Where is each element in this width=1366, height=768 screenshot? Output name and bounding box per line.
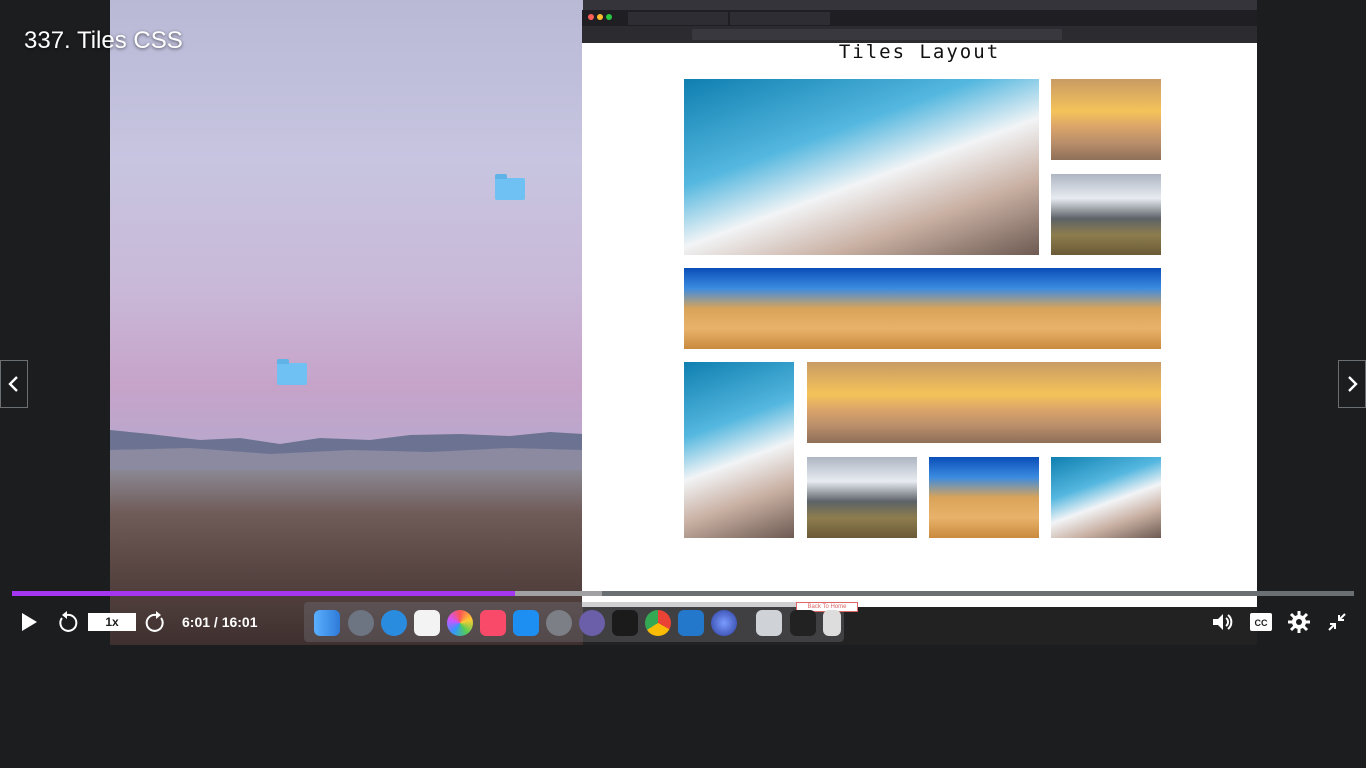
tile-image-mountain-walkway [807,457,917,538]
firefox-developer-icon [711,610,737,636]
terminal-icon [612,610,638,636]
vscode-icon [678,610,704,636]
browser-tab-bar [582,10,1257,26]
page-title: Tiles Layout [838,41,1001,63]
rewind-5-icon [59,611,78,632]
chevron-right-icon [1348,376,1358,392]
time-display: 6:01 / 16:01 [182,614,258,630]
play-button[interactable] [18,610,40,634]
chrome-icon [645,610,671,636]
forward-5-icon [145,611,164,632]
app-store-icon [513,610,539,636]
zoom-window-icon[interactable] [606,14,612,20]
music-icon [480,610,506,636]
tile-image-sunset-beach [807,362,1161,443]
closed-captions-icon: CC [1250,613,1272,631]
tile-image-beach-clouds [684,362,794,538]
calendar-icon [414,610,440,636]
playback-speed-button[interactable]: 1x [88,613,136,631]
exit-fullscreen-button[interactable] [1325,610,1349,634]
video-title: 337. Tiles CSS [24,27,183,54]
desktop-folder-icon[interactable] [495,174,525,200]
safari-icon [381,610,407,636]
settings-button[interactable] [1287,610,1311,634]
photos-icon [447,610,473,636]
trash-icon [823,610,841,636]
tile-image-mountain-path [1051,174,1161,255]
volume-icon [1213,614,1233,630]
next-lecture-button[interactable] [1338,360,1366,408]
tile-image-sunset-grass [1051,79,1161,160]
launchpad-icon [348,610,374,636]
rewind-button[interactable] [55,610,79,634]
svg-text:CC: CC [1255,618,1268,628]
browser-window: Tiles Layout [582,10,1257,607]
progress-fill [12,591,516,596]
minimize-window-icon[interactable] [597,14,603,20]
video-stage[interactable]: Tiles Layout 337. Tiles CSS Back To Home [0,0,1366,645]
system-preferences-icon [546,610,572,636]
exit-fullscreen-icon [1328,613,1346,631]
tile-image-dune [929,457,1039,538]
video-frame[interactable]: Tiles Layout [110,0,1257,645]
screen-icon [790,610,816,636]
captions-button[interactable]: CC [1249,610,1273,634]
browser-tab[interactable] [628,12,728,25]
disk-icon [756,610,782,636]
progress-bar[interactable] [12,591,1354,596]
tile-image-palm-shore [1051,457,1161,538]
finder-icon [314,610,340,636]
close-window-icon[interactable] [588,14,594,20]
previous-lecture-button[interactable] [0,360,28,408]
play-icon [22,613,37,631]
tile-image-beach-palms [684,79,1039,255]
page-background [0,645,1366,768]
mac-dock: Back To Home [304,602,858,642]
browser-tab[interactable] [730,12,830,25]
url-field[interactable] [692,29,1062,40]
desktop-folder-icon[interactable] [277,359,307,385]
volume-button[interactable] [1211,610,1235,634]
forward-button[interactable] [144,610,168,634]
desktop-wallpaper [110,0,583,645]
tile-image-desert-dunes [684,268,1161,349]
chevron-left-icon [8,376,18,392]
gear-icon [1288,611,1310,633]
player-controls: Back To Home 1x 6:01 / 16:01 CC [0,602,1366,642]
color-picker-icon [579,610,605,636]
